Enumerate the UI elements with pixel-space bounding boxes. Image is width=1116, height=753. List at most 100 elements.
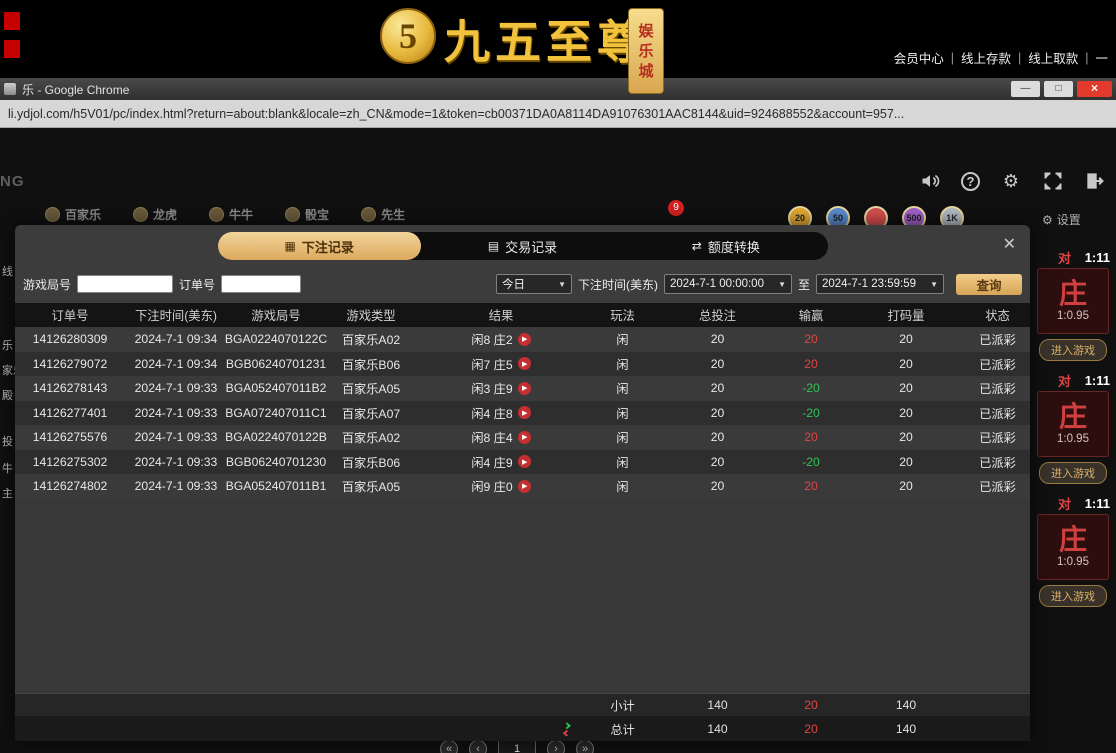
close-window-button[interactable]: × (1077, 81, 1112, 97)
cell-round: BGA0224070122C (227, 327, 325, 352)
cell-order: 14126277401 (15, 401, 125, 426)
column-header: 游戏类型 (325, 303, 417, 327)
cell-time: 2024-7-1 09:33 (125, 474, 227, 499)
replay-icon[interactable]: ▶ (518, 406, 531, 419)
side-bet-strip: 对 1:11 庄 1:0.95 进入游戏 对 1:11 (1030, 246, 1116, 607)
pair-label: 对 (1058, 371, 1071, 390)
menu-item-fragment: 殿 (2, 387, 13, 403)
exit-icon[interactable] (1084, 170, 1106, 192)
search-button[interactable]: 查询 (956, 274, 1022, 295)
close-icon[interactable]: ✕ (1003, 237, 1016, 253)
column-header: 总投注 (660, 303, 775, 327)
url-bar[interactable]: li.ydjol.com/h5V01/pc/index.html?return=… (0, 100, 1116, 128)
date-range-select[interactable]: 今日 ▼ (496, 274, 572, 294)
enter-game-button[interactable]: 进入游戏 (1039, 339, 1107, 361)
menu-item-fragment: 主 (2, 485, 13, 501)
gear-icon[interactable]: ⚙ (1000, 170, 1022, 192)
cell-game-type: 百家乐A05 (325, 376, 417, 401)
first-page-button[interactable]: « (440, 740, 458, 753)
banker-bet-area[interactable]: 庄 1:0.95 (1037, 391, 1109, 457)
game-category-tab[interactable]: 先生 (361, 206, 405, 223)
round-input[interactable] (77, 275, 173, 293)
tab-transaction-records[interactable]: ▤ 交易记录 (421, 232, 624, 260)
tab-credit-transfer[interactable]: ⇄ 额度转换 (624, 232, 827, 260)
url-text[interactable]: li.ydjol.com/h5V01/pc/index.html?return=… (0, 107, 1116, 121)
cell-winloss: 20 (775, 425, 847, 450)
modal-tabs: ▦ 下注记录 ▤ 交易记录 ⇄ 额度转换 (218, 232, 828, 260)
maximize-button[interactable]: □ (1044, 81, 1073, 97)
table-row: 14126278143 2024-7-1 09:33 BGA052407011B… (15, 376, 1030, 401)
column-header: 下注时间(美东) (125, 303, 227, 327)
nav-member-center[interactable]: 会员中心 (894, 48, 944, 67)
column-header: 打码量 (847, 303, 965, 327)
replay-icon[interactable]: ▶ (518, 357, 531, 370)
cell-play: 闲 (585, 327, 660, 352)
calendar-icon: ▦ (284, 239, 295, 253)
nav-separator: | (1085, 51, 1088, 65)
cell-result: 闲3 庄9 ▶ (417, 376, 585, 401)
cell-order: 14126280309 (15, 327, 125, 352)
prev-page-button[interactable]: ‹ (469, 740, 487, 753)
fullscreen-icon[interactable] (1042, 170, 1064, 192)
replay-icon[interactable]: ▶ (518, 455, 531, 468)
help-icon[interactable]: ? (961, 172, 980, 191)
tab-label: 下注记录 (302, 237, 354, 256)
game-category-tab[interactable]: 龙虎 (133, 206, 177, 223)
nav-withdraw[interactable]: 线上取款 (1028, 48, 1078, 67)
banker-label: 庄 (1059, 280, 1087, 310)
last-page-button[interactable]: » (576, 740, 594, 753)
window-title-bar[interactable]: 乐 - Google Chrome — □ × (0, 78, 1116, 100)
table-header: 订单号 下注时间(美东) 游戏局号 游戏类型 结果 玩法 总投注 输赢 打码量 (15, 303, 1030, 327)
countdown-timer: 1:11 (1085, 250, 1110, 265)
replay-icon[interactable]: ▶ (518, 431, 531, 444)
cell-turnover: 20 (847, 327, 965, 352)
cell-turnover: 20 (847, 352, 965, 377)
start-time-select[interactable]: 2024-7-1 00:00:00 ▼ (664, 274, 792, 294)
settings-button[interactable]: ⚙ 设置 (1042, 211, 1081, 228)
cell-game-type: 百家乐A02 (325, 425, 417, 450)
tab-label: 交易记录 (505, 237, 557, 256)
order-input[interactable] (221, 275, 301, 293)
speaker-icon[interactable] (919, 170, 941, 192)
badge-char: 城 (638, 63, 653, 80)
page-indicator[interactable]: 1 (498, 740, 536, 753)
game-category-tab[interactable]: 骰宝 (285, 206, 329, 223)
countdown-timer: 1:11 (1085, 496, 1110, 511)
total-row: 总计 140 20 140 (15, 716, 1030, 741)
tab-bet-records[interactable]: ▦ 下注记录 (218, 232, 421, 260)
game-category-label: 龙虎 (153, 206, 177, 223)
nav-deposit[interactable]: 线上存款 (961, 48, 1011, 67)
replay-icon[interactable]: ▶ (518, 382, 531, 395)
tab-label: 额度转换 (708, 237, 760, 256)
refresh-icon[interactable] (559, 722, 575, 736)
banker-bet-area[interactable]: 庄 1:0.95 (1037, 514, 1109, 580)
cell-turnover: 20 (847, 474, 965, 499)
cell-status: 已派彩 (965, 425, 1030, 450)
pair-label: 对 (1058, 494, 1071, 513)
banker-bet-area[interactable]: 庄 1:0.95 (1037, 268, 1109, 334)
cell-total-bet: 20 (660, 425, 775, 450)
total-label: 总计 (585, 716, 660, 741)
bet-card-header: 对 1:11 (1030, 492, 1116, 514)
bet-records-modal: ▦ 下注记录 ▤ 交易记录 ⇄ 额度转换 ✕ 游戏局号 订单号 (15, 225, 1030, 741)
subtotal-bet: 140 (660, 694, 775, 716)
minimize-button[interactable]: — (1011, 81, 1040, 97)
cell-total-bet: 20 (660, 401, 775, 426)
cell-time: 2024-7-1 09:34 (125, 352, 227, 377)
end-time-select[interactable]: 2024-7-1 23:59:59 ▼ (816, 274, 944, 294)
favicon-icon (4, 83, 16, 95)
cell-play: 闲 (585, 450, 660, 475)
cell-round: BGA052407011B1 (227, 474, 325, 499)
next-page-button[interactable]: › (547, 740, 565, 753)
game-category-tab[interactable]: 牛牛 (209, 206, 253, 223)
nav-truncated[interactable]: 一 (1095, 48, 1108, 67)
cell-time: 2024-7-1 09:33 (125, 425, 227, 450)
enter-game-button[interactable]: 进入游戏 (1039, 585, 1107, 607)
menu-item-fragment: 投 (2, 433, 13, 449)
replay-icon[interactable]: ▶ (518, 480, 531, 493)
game-category-tab[interactable]: 百家乐 (45, 206, 101, 223)
replay-icon[interactable]: ▶ (518, 333, 531, 346)
enter-game-button[interactable]: 进入游戏 (1039, 462, 1107, 484)
cell-turnover: 20 (847, 376, 965, 401)
column-header: 状态 (965, 303, 1030, 327)
